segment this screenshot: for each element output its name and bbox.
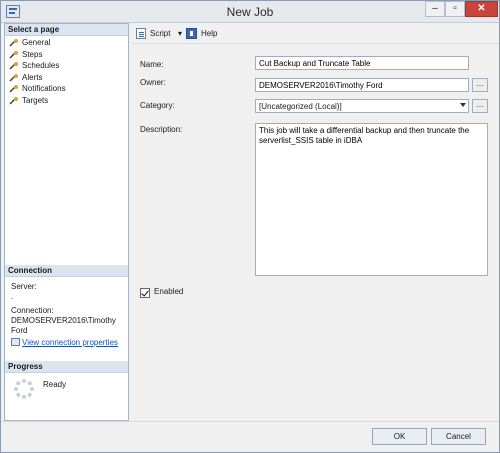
page-list: General Steps Schedules Alerts Notificat… — [8, 37, 126, 106]
owner-browse-button[interactable]: ... — [472, 78, 488, 92]
page-item-label: Alerts — [22, 72, 43, 82]
title-bar: New Job – ▫ ✕ — [1, 1, 499, 23]
wrench-icon — [9, 62, 18, 70]
wrench-icon — [9, 50, 18, 58]
left-pane: Select a page General Steps Schedules Al… — [4, 23, 129, 421]
progress-header: Progress — [5, 361, 128, 373]
page-item-label: Steps — [22, 49, 43, 59]
spinner-icon — [14, 379, 34, 399]
owner-field[interactable] — [255, 78, 469, 92]
connection-label: Connection: — [11, 306, 54, 315]
enabled-checkbox[interactable] — [140, 288, 150, 298]
description-field[interactable]: This job will take a differential backup… — [255, 123, 488, 276]
enabled-label: Enabled — [154, 287, 184, 296]
name-label: Name: — [140, 60, 164, 69]
connection-value: DEMOSERVER2016\Timothy Ford — [11, 316, 116, 335]
wrench-icon — [9, 73, 18, 81]
connection-info: Server: . Connection: DEMOSERVER2016\Tim… — [11, 282, 127, 348]
page-item-alerts[interactable]: Alerts — [8, 72, 126, 84]
page-item-general[interactable]: General — [8, 37, 126, 49]
category-label: Category: — [140, 101, 175, 110]
new-job-window: New Job – ▫ ✕ Select a page General Step… — [0, 0, 500, 453]
wrench-icon — [9, 85, 18, 93]
category-select[interactable]: [Uncategorized (Local)] — [255, 99, 469, 113]
connection-header: Connection — [5, 265, 128, 277]
select-page-header: Select a page — [5, 24, 128, 36]
page-item-label: General — [22, 38, 51, 47]
chevron-down-icon: ▾ — [178, 29, 183, 38]
maximize-button[interactable]: ▫ — [445, 1, 465, 17]
category-selected-value: [Uncategorized (Local)] — [259, 102, 342, 111]
help-button[interactable]: Help — [186, 27, 226, 41]
wrench-icon — [9, 96, 18, 104]
script-label: Script — [150, 29, 171, 38]
progress-status: Ready — [43, 380, 67, 389]
script-icon — [136, 28, 146, 39]
page-item-label: Notifications — [22, 84, 66, 93]
minimize-button[interactable]: – — [425, 1, 445, 17]
properties-icon — [11, 338, 20, 346]
page-item-targets[interactable]: Targets — [8, 95, 126, 107]
page-item-label: Targets — [22, 95, 49, 105]
server-label: Server: — [11, 282, 37, 291]
script-button[interactable]: Script ▾ — [136, 27, 186, 41]
page-item-schedules[interactable]: Schedules — [8, 60, 126, 72]
chevron-down-icon — [460, 103, 466, 107]
view-connection-properties-link[interactable]: View connection properties — [11, 338, 127, 348]
server-value: . — [11, 292, 14, 301]
owner-label: Owner: — [140, 78, 166, 87]
page-item-steps[interactable]: Steps — [8, 49, 126, 61]
name-field[interactable] — [255, 56, 469, 70]
page-item-notifications[interactable]: Notifications — [8, 83, 126, 95]
help-label: Help — [201, 29, 218, 38]
ok-button[interactable]: OK — [372, 428, 427, 445]
view-connection-properties-label: View connection properties — [22, 338, 118, 347]
description-label: Description: — [140, 125, 183, 134]
category-browse-button[interactable]: ... — [472, 99, 488, 113]
help-icon — [186, 28, 197, 39]
wrench-icon — [9, 39, 18, 47]
cancel-button[interactable]: Cancel — [431, 428, 486, 445]
close-button[interactable]: ✕ — [465, 1, 498, 17]
dialog-footer: OK Cancel — [1, 421, 499, 452]
page-item-label: Schedules — [22, 61, 60, 70]
toolbar: Script ▾ Help — [132, 24, 498, 44]
